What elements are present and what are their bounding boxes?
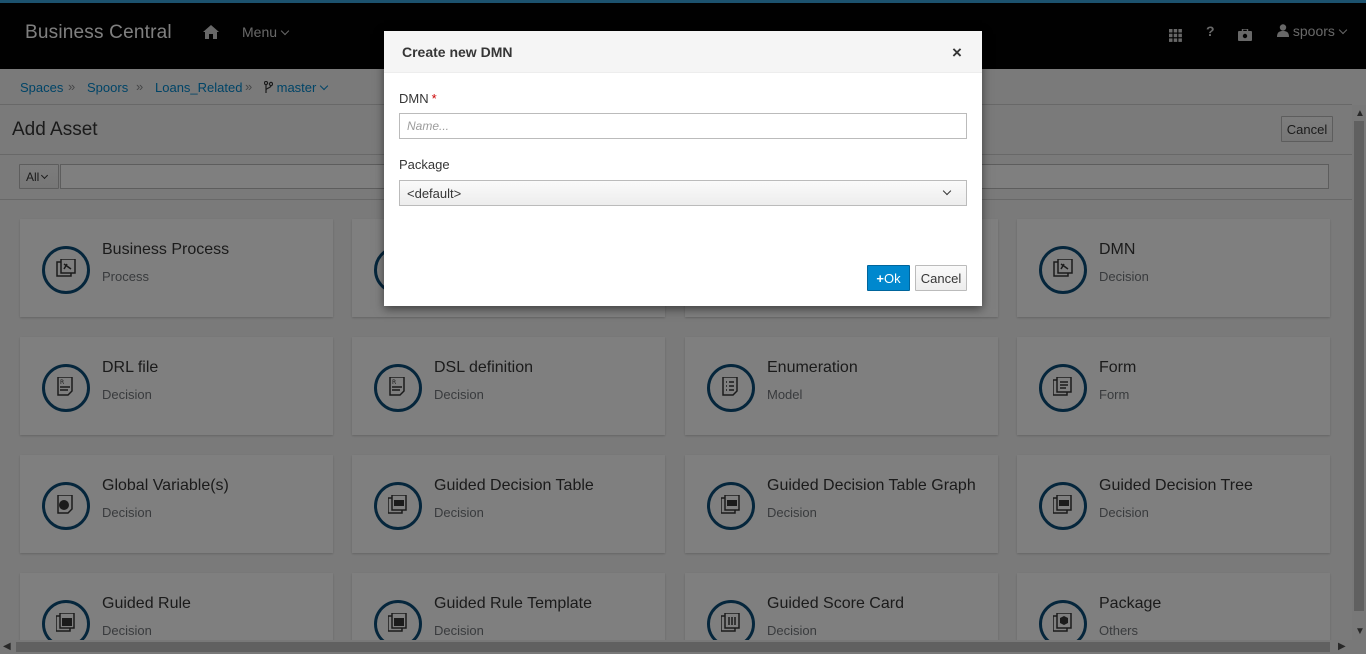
dialog-cancel-button[interactable]: Cancel bbox=[915, 265, 967, 291]
dialog-header: Create new DMN × bbox=[384, 31, 982, 73]
close-icon[interactable]: × bbox=[952, 43, 962, 63]
package-selected-value: <default> bbox=[407, 186, 462, 201]
ok-label: Ok bbox=[883, 270, 901, 286]
create-dmn-dialog: Create new DMN × DMN* Package <default> … bbox=[384, 31, 982, 306]
package-label: Package bbox=[399, 157, 450, 172]
dmn-name-input[interactable] bbox=[399, 113, 967, 139]
dialog-title: Create new DMN bbox=[402, 44, 513, 60]
required-marker: * bbox=[431, 91, 437, 106]
package-select[interactable]: <default> bbox=[399, 180, 967, 206]
dmn-name-label: DMN * bbox=[399, 91, 437, 106]
chevron-down-icon bbox=[942, 186, 952, 196]
plus-icon: + bbox=[876, 270, 884, 286]
ok-button[interactable]: +Ok bbox=[867, 265, 910, 291]
dmn-label-text: DMN bbox=[399, 91, 429, 106]
